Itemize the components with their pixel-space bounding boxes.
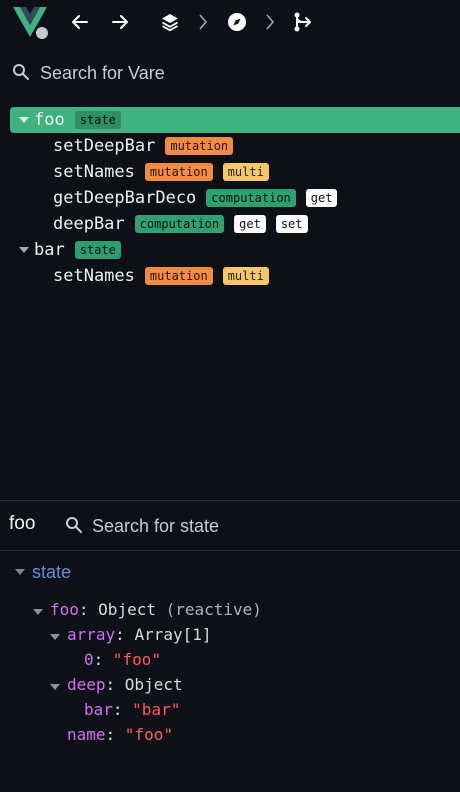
state-value: "bar" bbox=[132, 699, 181, 719]
search-icon bbox=[65, 516, 83, 538]
arrow-right-icon[interactable] bbox=[108, 10, 132, 34]
get-tag: get bbox=[234, 215, 266, 233]
colon: : bbox=[112, 699, 133, 719]
state-type: Array[1] bbox=[134, 624, 212, 644]
colon: : bbox=[105, 724, 125, 744]
state-key: bar bbox=[84, 699, 113, 719]
state-row-array[interactable]: array: Array[1] bbox=[49, 622, 212, 646]
tree-item-setDeepBar[interactable]: setDeepBar mutation bbox=[0, 133, 460, 159]
vue-logo-icon bbox=[12, 5, 48, 39]
tree-item-deepBar[interactable]: deepBar computation get set bbox=[0, 211, 460, 237]
route-icon[interactable] bbox=[292, 10, 316, 34]
tree-item-label: deepBar bbox=[53, 214, 125, 234]
search-bar bbox=[0, 56, 460, 90]
get-tag: get bbox=[305, 189, 338, 207]
tree-node-foo[interactable]: foo state bbox=[10, 107, 460, 133]
colon: : bbox=[93, 649, 113, 669]
multi-tag: multi bbox=[222, 267, 269, 285]
tree-item-label: setDeepBar bbox=[53, 136, 156, 156]
computation-tag: computation bbox=[134, 215, 225, 233]
state-type: Object bbox=[124, 674, 183, 694]
pane-divider[interactable] bbox=[0, 500, 460, 501]
state-row-deep-bar[interactable]: bar: "bar" bbox=[84, 697, 180, 721]
multi-tag: multi bbox=[222, 163, 269, 181]
computation-tag: computation bbox=[206, 189, 296, 207]
tree-item-setNames[interactable]: setNames mutation multi bbox=[0, 159, 460, 185]
state-tag: state bbox=[74, 241, 121, 259]
toolbar bbox=[0, 0, 460, 44]
state-row-array-0[interactable]: 0: "foo" bbox=[84, 647, 161, 671]
tree-node-label: foo bbox=[34, 110, 65, 130]
tree-item-label: getDeepBarDeco bbox=[53, 188, 197, 208]
tree-item-setNames[interactable]: setNames mutation multi bbox=[0, 263, 460, 289]
state-row-name[interactable]: name: "foo" bbox=[67, 722, 173, 746]
search-icon bbox=[12, 63, 30, 85]
caret-down-icon[interactable] bbox=[18, 244, 30, 256]
caret-down-icon bbox=[49, 628, 61, 640]
state-value: "foo" bbox=[124, 724, 173, 744]
state-value: "foo" bbox=[112, 649, 162, 669]
reactive-note: (reactive) bbox=[165, 599, 262, 619]
state-type: Object bbox=[98, 599, 156, 619]
tree-node-label: bar bbox=[34, 240, 65, 260]
tree-node-bar[interactable]: bar state bbox=[0, 237, 460, 263]
caret-down-icon bbox=[49, 678, 61, 690]
state-row-foo[interactable]: foo: Object (reactive) bbox=[32, 597, 262, 621]
colon: : bbox=[115, 624, 135, 644]
state-search-input[interactable] bbox=[92, 511, 442, 541]
tree-item-getDeepBarDeco[interactable]: getDeepBarDeco computation get bbox=[0, 185, 460, 211]
colon: : bbox=[78, 599, 99, 619]
colon: : bbox=[105, 674, 125, 694]
mutation-tag: mutation bbox=[165, 137, 234, 155]
state-key: array bbox=[67, 624, 116, 644]
chevron-right-icon bbox=[265, 12, 275, 32]
store-tree: foo state setDeepBar mutation setNames m… bbox=[0, 107, 460, 289]
tree-item-label: setNames bbox=[53, 266, 135, 286]
inspector-title: foo bbox=[9, 513, 36, 534]
state-section-label: state bbox=[32, 561, 72, 582]
state-key: 0 bbox=[84, 649, 94, 669]
state-section-header[interactable]: state bbox=[14, 561, 71, 583]
state-key: name bbox=[67, 724, 106, 744]
state-key: deep bbox=[67, 674, 106, 694]
state-search-bar bbox=[60, 510, 450, 542]
compass-icon[interactable] bbox=[225, 10, 249, 34]
header-divider bbox=[0, 550, 460, 551]
mutation-tag: mutation bbox=[144, 163, 213, 181]
state-key: foo bbox=[50, 599, 79, 619]
caret-down-icon bbox=[32, 603, 44, 615]
layers-icon[interactable] bbox=[158, 10, 182, 34]
set-tag: set bbox=[275, 215, 308, 233]
caret-down-icon[interactable] bbox=[18, 114, 30, 126]
state-tag: state bbox=[74, 111, 121, 129]
search-input[interactable] bbox=[40, 58, 440, 88]
mutation-tag: mutation bbox=[144, 267, 213, 285]
caret-down-icon bbox=[14, 563, 26, 582]
state-row-deep[interactable]: deep: Object bbox=[49, 672, 183, 696]
chevron-right-icon bbox=[198, 12, 208, 32]
tree-item-label: setNames bbox=[53, 162, 135, 182]
arrow-left-icon[interactable] bbox=[68, 10, 92, 34]
